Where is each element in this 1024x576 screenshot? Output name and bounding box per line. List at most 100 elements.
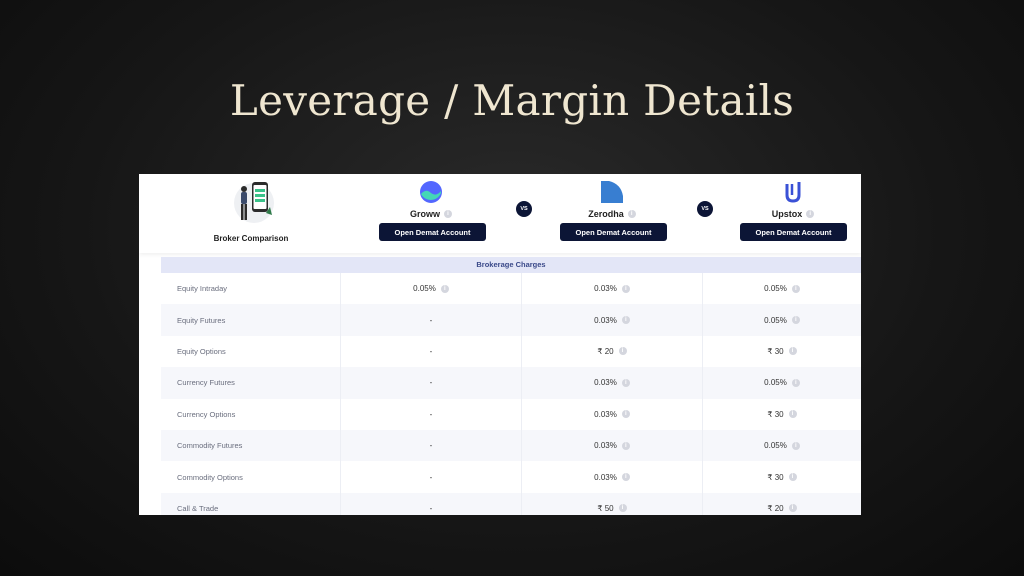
table-row: Equity Futures - 0.03% i 0.05% i bbox=[161, 304, 861, 336]
cell-value: ₹ 30 bbox=[767, 472, 784, 482]
cell-value: 0.05% bbox=[764, 315, 787, 325]
value-cell: - bbox=[341, 335, 522, 368]
value-cell: - bbox=[341, 398, 522, 430]
info-icon[interactable]: i bbox=[788, 473, 797, 482]
cell-value: 0.03% bbox=[594, 472, 617, 482]
value-cell: 0.03% i bbox=[522, 461, 703, 493]
info-icon[interactable]: i bbox=[621, 378, 630, 387]
row-label: Equity Intraday bbox=[161, 273, 341, 305]
cell-value: 0.03% bbox=[594, 441, 617, 451]
value-cell: 0.03% i bbox=[522, 304, 703, 336]
table-row: Currency Futures - 0.03% i 0.05% i bbox=[161, 367, 861, 399]
info-icon[interactable]: i bbox=[618, 347, 627, 356]
cell-value: 0.03% bbox=[594, 284, 617, 294]
info-icon[interactable]: i bbox=[621, 316, 630, 325]
info-icon[interactable]: i bbox=[806, 210, 815, 218]
info-icon[interactable]: i bbox=[618, 504, 627, 513]
value-cell: 0.03% i bbox=[522, 429, 703, 462]
info-icon[interactable]: i bbox=[788, 347, 797, 356]
table-row: Equity Options - ₹ 20 i ₹ 30 i bbox=[161, 335, 861, 368]
row-label: Currency Options bbox=[161, 398, 341, 430]
cell-value: ₹ 30 bbox=[767, 346, 784, 356]
row-label: Currency Futures bbox=[161, 367, 341, 399]
table-body: Equity Intraday 0.05% i 0.03% i 0.05% i Equity … bbox=[161, 273, 861, 515]
broker-groww: Groww i bbox=[376, 180, 486, 222]
cell-value: ₹ 20 bbox=[597, 346, 614, 356]
cell-value: - bbox=[429, 378, 433, 388]
open-demat-account-button-zerodha[interactable]: Open Demat Account bbox=[560, 223, 667, 241]
row-label: Commodity Futures bbox=[161, 429, 341, 462]
vs-badge: VS bbox=[516, 201, 532, 217]
brokerage-table: Brokerage Charges Equity Intraday 0.05% i 0… bbox=[161, 257, 861, 515]
info-icon[interactable]: i bbox=[791, 378, 800, 387]
row-label: Commodity Options bbox=[161, 461, 341, 493]
cell-value: 0.05% bbox=[764, 441, 787, 451]
info-icon[interactable]: i bbox=[621, 410, 630, 419]
value-cell: 0.03% i bbox=[522, 367, 703, 399]
broker-zerodha: Zerodha i bbox=[557, 180, 667, 222]
info-icon[interactable]: i bbox=[788, 504, 797, 513]
table-row: Currency Options - 0.03% i ₹ 30 i bbox=[161, 398, 861, 430]
row-label: Call & Trade bbox=[161, 492, 341, 515]
open-demat-account-button-groww[interactable]: Open Demat Account bbox=[379, 223, 486, 241]
table-row: Commodity Futures - 0.03% i 0.05% i bbox=[161, 429, 861, 462]
value-cell: ₹ 20 i bbox=[703, 493, 861, 515]
comparison-header: Broker Comparison Groww i Open Demat Acc… bbox=[139, 174, 861, 253]
slide-title: Leverage / Margin Details bbox=[229, 76, 795, 125]
row-label: Equity Futures bbox=[161, 304, 341, 336]
value-cell: 0.05% i bbox=[703, 304, 861, 335]
row-label: Equity Options bbox=[161, 335, 341, 368]
info-icon[interactable]: i bbox=[444, 210, 452, 218]
value-cell: - bbox=[341, 304, 522, 336]
value-cell: - bbox=[341, 492, 522, 515]
value-cell: 0.05% i bbox=[341, 273, 522, 305]
info-icon[interactable]: i bbox=[621, 473, 630, 482]
cell-value: - bbox=[429, 472, 433, 482]
info-icon[interactable]: i bbox=[627, 210, 636, 218]
cell-value: 0.05% bbox=[413, 284, 436, 294]
cell-value: 0.03% bbox=[594, 409, 617, 419]
broker-upstox: Upstox i bbox=[738, 180, 848, 222]
info-icon[interactable]: i bbox=[621, 441, 630, 450]
broker-comparison-label: Broker Comparison bbox=[213, 234, 289, 243]
value-cell: ₹ 30 i bbox=[703, 399, 861, 430]
info-icon[interactable]: i bbox=[788, 410, 797, 419]
cell-value: 0.05% bbox=[764, 284, 787, 294]
broker-name-text: Zerodha bbox=[588, 209, 624, 219]
table-row: Equity Intraday 0.05% i 0.03% i 0.05% i bbox=[161, 273, 861, 305]
zerodha-logo-icon bbox=[601, 181, 623, 203]
info-icon[interactable]: i bbox=[440, 284, 449, 293]
cell-value: 0.03% bbox=[594, 378, 617, 388]
open-demat-account-button-upstox[interactable]: Open Demat Account bbox=[740, 223, 847, 241]
table-row: Commodity Options - 0.03% i ₹ 30 i bbox=[161, 461, 861, 493]
cell-value: - bbox=[429, 409, 433, 419]
value-cell: - bbox=[341, 367, 522, 399]
upstox-logo-icon bbox=[785, 182, 801, 203]
broker-name-text: Groww bbox=[409, 209, 440, 219]
broker-comparison-panel: Broker Comparison Groww i Open Demat Acc… bbox=[139, 174, 861, 515]
broker-name-groww: Groww i bbox=[410, 209, 452, 219]
cell-value: ₹ 20 bbox=[767, 503, 784, 513]
value-cell: ₹ 30 i bbox=[703, 336, 861, 367]
groww-logo-icon bbox=[420, 181, 442, 203]
value-cell: 0.05% i bbox=[703, 273, 861, 304]
cell-value: - bbox=[429, 315, 433, 325]
value-cell: 0.03% i bbox=[522, 398, 703, 430]
value-cell: 0.05% i bbox=[703, 430, 861, 461]
info-icon[interactable]: i bbox=[791, 316, 800, 325]
info-icon[interactable]: i bbox=[791, 441, 800, 450]
broker-comparison-cell: Broker Comparison bbox=[201, 179, 301, 243]
cell-value: - bbox=[429, 346, 433, 356]
broker-name-text: Upstox bbox=[771, 209, 803, 219]
broker-name-zerodha: Zerodha i bbox=[588, 209, 636, 219]
info-icon[interactable]: i bbox=[791, 284, 800, 293]
value-cell: 0.05% i bbox=[703, 367, 861, 398]
cell-value: ₹ 50 bbox=[597, 503, 614, 513]
value-cell: 0.03% i bbox=[522, 273, 703, 305]
broker-name-upstox: Upstox i bbox=[772, 209, 815, 219]
cell-value: - bbox=[429, 503, 433, 513]
cell-value: 0.05% bbox=[764, 378, 787, 388]
value-cell: - bbox=[341, 429, 522, 462]
cell-value: ₹ 30 bbox=[767, 409, 784, 419]
info-icon[interactable]: i bbox=[621, 284, 630, 293]
